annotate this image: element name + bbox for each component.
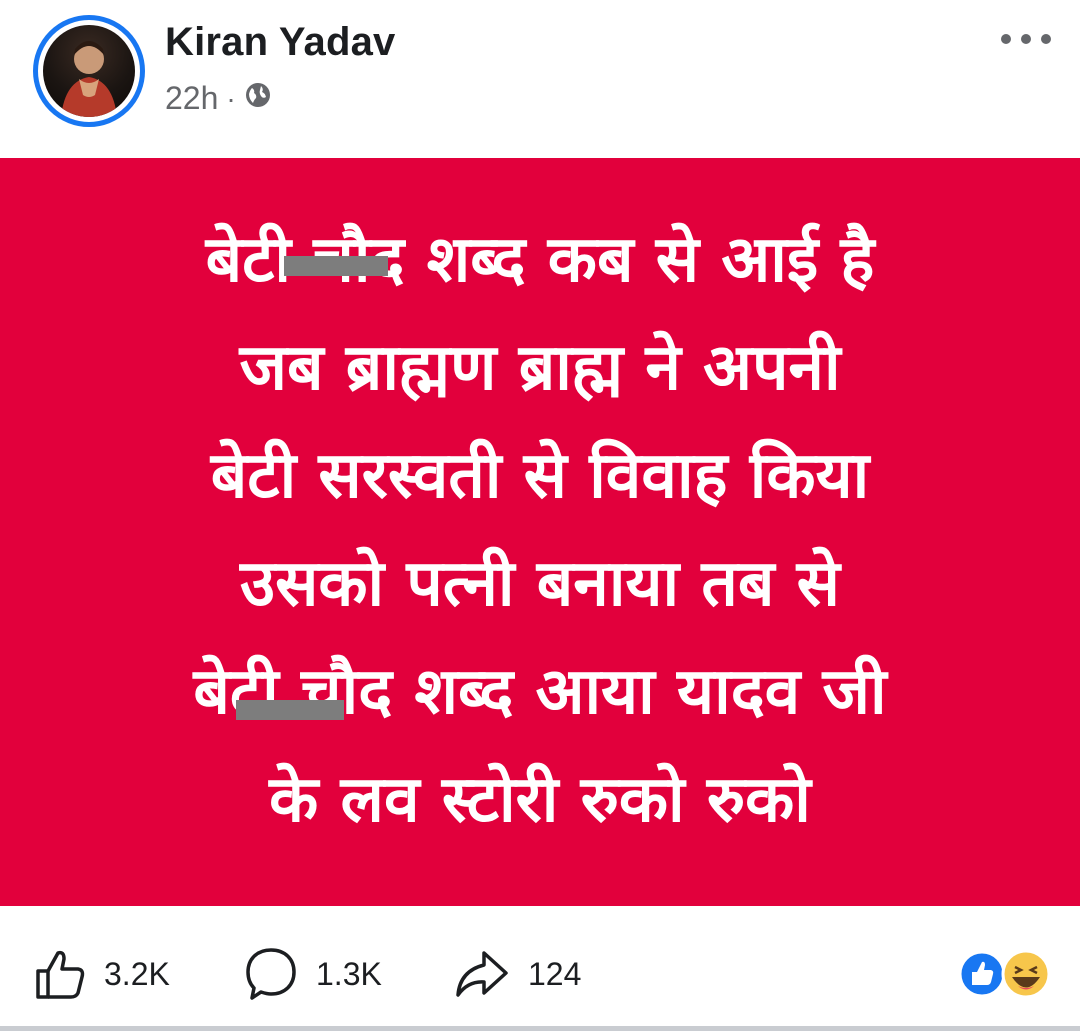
profile-photo (43, 25, 135, 117)
comment-count: 1.3K (316, 955, 382, 992)
meta-separator: · (226, 82, 236, 114)
share-button[interactable]: 124 (454, 946, 581, 1002)
comment-icon (246, 948, 296, 1000)
post-header: Kiran Yadav 22h · (0, 0, 1080, 158)
image-text-line: बेटी सरस्वती से विवाह किया (210, 439, 870, 513)
author-name[interactable]: Kiran Yadav (165, 20, 395, 65)
ellipsis-icon (1001, 34, 1051, 44)
haha-reaction-icon (1001, 949, 1051, 999)
post-time[interactable]: 22h (165, 80, 218, 117)
post-image-text: बेटी चौद शब्द कब से आई है जब ब्राह्मण ब्… (0, 206, 1080, 854)
share-arrow-icon (456, 951, 508, 997)
post-meta: 22h · (165, 80, 272, 117)
like-reaction-icon (958, 950, 1006, 998)
like-button[interactable]: 3.2K (34, 946, 170, 1002)
image-text-line: बेटी चौद शब्द आया यादव जी (193, 655, 887, 729)
image-text-line: उसको पत्नी बनाया तब से (240, 547, 840, 621)
comment-button[interactable]: 1.3K (244, 946, 382, 1002)
more-options-button[interactable] (996, 24, 1056, 54)
share-count: 124 (528, 955, 582, 992)
redaction-bar (284, 256, 388, 276)
divider (0, 1026, 1080, 1031)
image-text-line: बेटी चौद शब्द कब से आई है (205, 223, 875, 297)
post-actions: 3.2K 1.3K 124 (0, 906, 1080, 1026)
person-silhouette-icon (61, 41, 117, 117)
image-text-line: के लव स्टोरी रुको रुको (269, 763, 811, 837)
avatar[interactable] (33, 15, 145, 127)
globe-icon (244, 80, 272, 117)
thumbs-up-icon (36, 950, 85, 999)
redaction-bar (236, 700, 344, 720)
post-image[interactable]: बेटी चौद शब्द कब से आई है जब ब्राह्मण ब्… (0, 158, 1080, 906)
like-count: 3.2K (104, 955, 170, 992)
reactions-summary[interactable] (958, 944, 1054, 1004)
image-text-line: जब ब्राह्मण ब्राह्म ने अपनी (239, 331, 841, 405)
